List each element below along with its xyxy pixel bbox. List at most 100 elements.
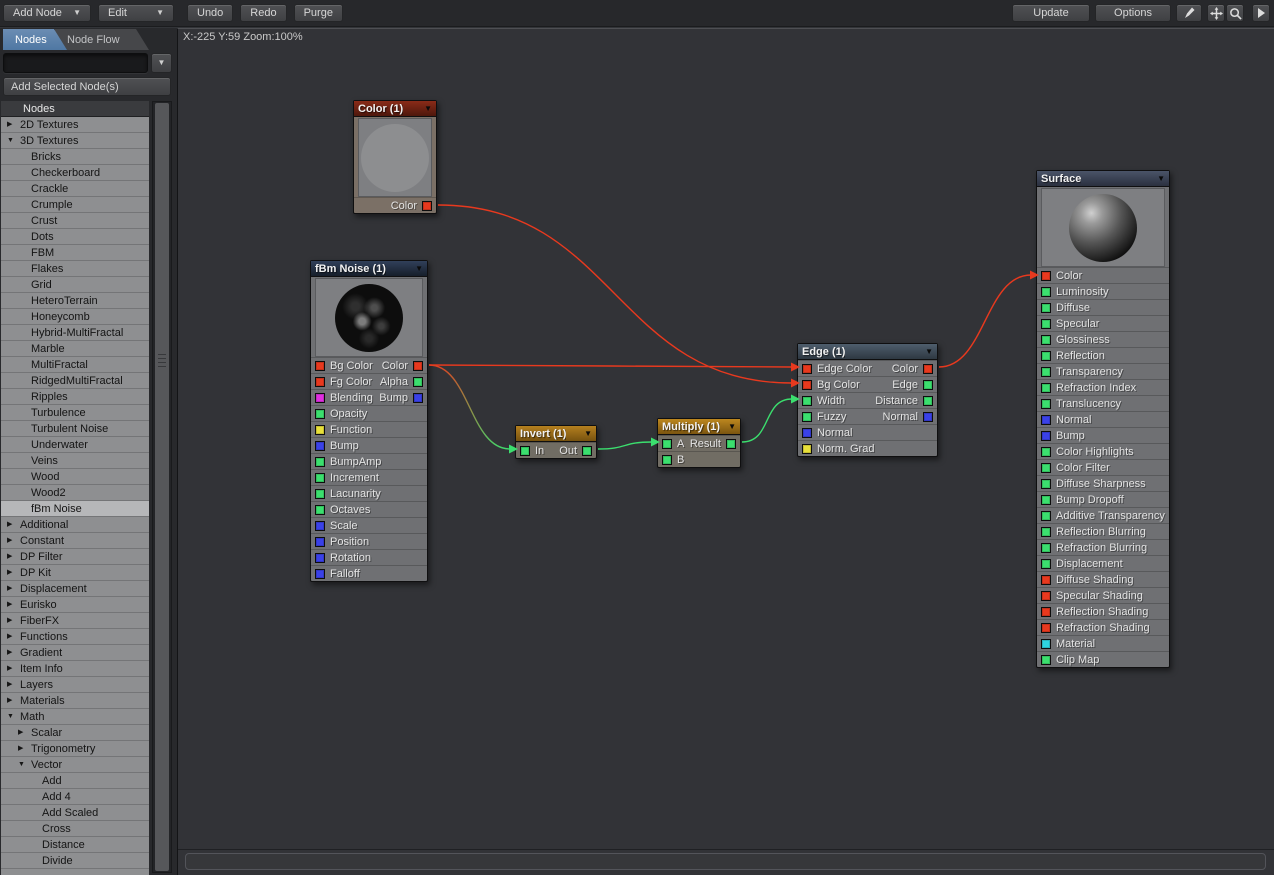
- sidebar-item-honeycomb[interactable]: Honeycomb: [1, 309, 149, 325]
- expand-arrow-icon[interactable]: ▶: [7, 585, 20, 592]
- node-fbm1[interactable]: fBm Noise (1)▼Bg ColorColorFg ColorAlpha…: [310, 260, 428, 582]
- port-falloff-connector[interactable]: [315, 569, 325, 579]
- expand-arrow-icon[interactable]: ▶: [7, 521, 20, 528]
- expand-arrow-icon[interactable]: ▼: [18, 761, 31, 768]
- sidebar-item-item-info[interactable]: ▶Item Info: [1, 661, 149, 677]
- port-refraction-shading-connector[interactable]: [1041, 623, 1051, 633]
- port-reflection-blurring-connector[interactable]: [1041, 527, 1051, 537]
- sidebar-item-fbm-noise[interactable]: fBm Noise: [1, 501, 149, 517]
- port-fuzzy-connector[interactable]: [802, 412, 812, 422]
- expand-arrow-icon[interactable]: ▶: [7, 617, 20, 624]
- pen-tool-button[interactable]: [1176, 4, 1202, 22]
- sidebar-item-scalar[interactable]: ▶Scalar: [1, 725, 149, 741]
- expand-arrow-icon[interactable]: ▼: [7, 713, 20, 720]
- sidebar-item-constant[interactable]: ▶Constant: [1, 533, 149, 549]
- expand-arrow-icon[interactable]: ▶: [7, 665, 20, 672]
- port-color-filter-connector[interactable]: [1041, 463, 1051, 473]
- port-refraction-index-connector[interactable]: [1041, 383, 1051, 393]
- expand-arrow-icon[interactable]: ▶: [7, 553, 20, 560]
- port-bump-connector[interactable]: [315, 441, 325, 451]
- port-bump-dropoff-connector[interactable]: [1041, 495, 1051, 505]
- sidebar-item-flakes[interactable]: Flakes: [1, 261, 149, 277]
- port-diffuse-shading-connector[interactable]: [1041, 575, 1051, 585]
- tab-node-flow[interactable]: Node Flow: [55, 29, 149, 50]
- expand-arrow-icon[interactable]: ▶: [18, 745, 31, 752]
- port-octaves-connector[interactable]: [315, 505, 325, 515]
- port-edge-connector[interactable]: [923, 380, 933, 390]
- options-button[interactable]: Options: [1095, 4, 1171, 22]
- sidebar-item-functions[interactable]: ▶Functions: [1, 629, 149, 645]
- node-collapse-arrow-icon[interactable]: ▼: [1157, 175, 1165, 183]
- port-clip-map-connector[interactable]: [1041, 655, 1051, 665]
- sidebar-item-displacement[interactable]: ▶Displacement: [1, 581, 149, 597]
- sidebar-item-turbulence[interactable]: Turbulence: [1, 405, 149, 421]
- redo-button[interactable]: Redo: [240, 4, 286, 22]
- expand-arrow-icon[interactable]: ▶: [7, 121, 20, 128]
- sidebar-item-materials[interactable]: ▶Materials: [1, 693, 149, 709]
- zoom-tool-button[interactable]: [1226, 4, 1244, 22]
- sidebar-item-wood2[interactable]: Wood2: [1, 485, 149, 501]
- port-fg-color-connector[interactable]: [315, 377, 325, 387]
- port-position-connector[interactable]: [315, 537, 325, 547]
- port-lacunarity-connector[interactable]: [315, 489, 325, 499]
- sidebar-scrollbar[interactable]: [152, 101, 172, 873]
- sidebar-item-bricks[interactable]: Bricks: [1, 149, 149, 165]
- sidebar-item-dots[interactable]: Dots: [1, 229, 149, 245]
- update-button[interactable]: Update: [1012, 4, 1090, 22]
- undo-button[interactable]: Undo: [187, 4, 233, 22]
- node-collapse-arrow-icon[interactable]: ▼: [424, 105, 432, 113]
- sidebar-item-grid[interactable]: Grid: [1, 277, 149, 293]
- expand-arrow-icon[interactable]: ▶: [7, 601, 20, 608]
- node-collapse-arrow-icon[interactable]: ▼: [584, 430, 592, 438]
- port-color-connector[interactable]: [422, 201, 432, 211]
- port-bump-connector[interactable]: [1041, 431, 1051, 441]
- port-result-connector[interactable]: [726, 439, 736, 449]
- sidebar-item-crust[interactable]: Crust: [1, 213, 149, 229]
- search-dropdown-button[interactable]: ▼: [151, 53, 172, 73]
- expand-arrow-icon[interactable]: ▶: [7, 569, 20, 576]
- sidebar-item-wood[interactable]: Wood: [1, 469, 149, 485]
- port-scale-connector[interactable]: [315, 521, 325, 531]
- sidebar-item-trigonometry[interactable]: ▶Trigonometry: [1, 741, 149, 757]
- port-displacement-connector[interactable]: [1041, 559, 1051, 569]
- sidebar-scrollbar-thumb[interactable]: [155, 103, 169, 871]
- port-color-connector[interactable]: [1041, 271, 1051, 281]
- port-edge-color-connector[interactable]: [802, 364, 812, 374]
- port-color-highlights-connector[interactable]: [1041, 447, 1051, 457]
- edit-dropdown[interactable]: Edit ▼: [98, 4, 174, 22]
- add-selected-nodes-button[interactable]: Add Selected Node(s): [3, 77, 171, 96]
- port-normal-connector[interactable]: [1041, 415, 1051, 425]
- node-color1[interactable]: Color (1)▼Color: [353, 100, 437, 214]
- sidebar-item-gradient[interactable]: ▶Gradient: [1, 645, 149, 661]
- port-opacity-connector[interactable]: [315, 409, 325, 419]
- port-blending-connector[interactable]: [315, 393, 325, 403]
- pan-tool-button[interactable]: [1207, 4, 1225, 22]
- node-title-bar[interactable]: fBm Noise (1)▼: [311, 261, 427, 277]
- sidebar-item-additional[interactable]: ▶Additional: [1, 517, 149, 533]
- port-norm-grad-connector[interactable]: [802, 444, 812, 454]
- port-diffuse-sharpness-connector[interactable]: [1041, 479, 1051, 489]
- sidebar-item-eurisko[interactable]: ▶Eurisko: [1, 597, 149, 613]
- add-node-dropdown[interactable]: Add Node ▼: [3, 4, 91, 22]
- sidebar-item-crackle[interactable]: Crackle: [1, 181, 149, 197]
- port-a-connector[interactable]: [662, 439, 672, 449]
- sidebar-item-vector[interactable]: ▼Vector: [1, 757, 149, 773]
- expand-arrow-icon[interactable]: ▶: [7, 537, 20, 544]
- port-rotation-connector[interactable]: [315, 553, 325, 563]
- node-multiply1[interactable]: Multiply (1)▼AResultB: [657, 418, 741, 468]
- sidebar-item-distance[interactable]: Distance: [1, 837, 149, 853]
- port-bg-color-connector[interactable]: [315, 361, 325, 371]
- expand-arrow-icon[interactable]: ▶: [7, 681, 20, 688]
- port-reflection-shading-connector[interactable]: [1041, 607, 1051, 617]
- node-title-bar[interactable]: Edge (1)▼: [798, 344, 937, 360]
- port-width-connector[interactable]: [802, 396, 812, 406]
- sidebar-item-cross[interactable]: Cross: [1, 821, 149, 837]
- sidebar-item-hybrid-multifractal[interactable]: Hybrid-MultiFractal: [1, 325, 149, 341]
- port-specular-connector[interactable]: [1041, 319, 1051, 329]
- port-normal-connector[interactable]: [923, 412, 933, 422]
- sidebar-item-multifractal[interactable]: MultiFractal: [1, 357, 149, 373]
- sidebar-item-crumple[interactable]: Crumple: [1, 197, 149, 213]
- expand-panel-button[interactable]: [1252, 4, 1270, 22]
- sidebar-item-dp-filter[interactable]: ▶DP Filter: [1, 549, 149, 565]
- node-title-bar[interactable]: Color (1)▼: [354, 101, 436, 117]
